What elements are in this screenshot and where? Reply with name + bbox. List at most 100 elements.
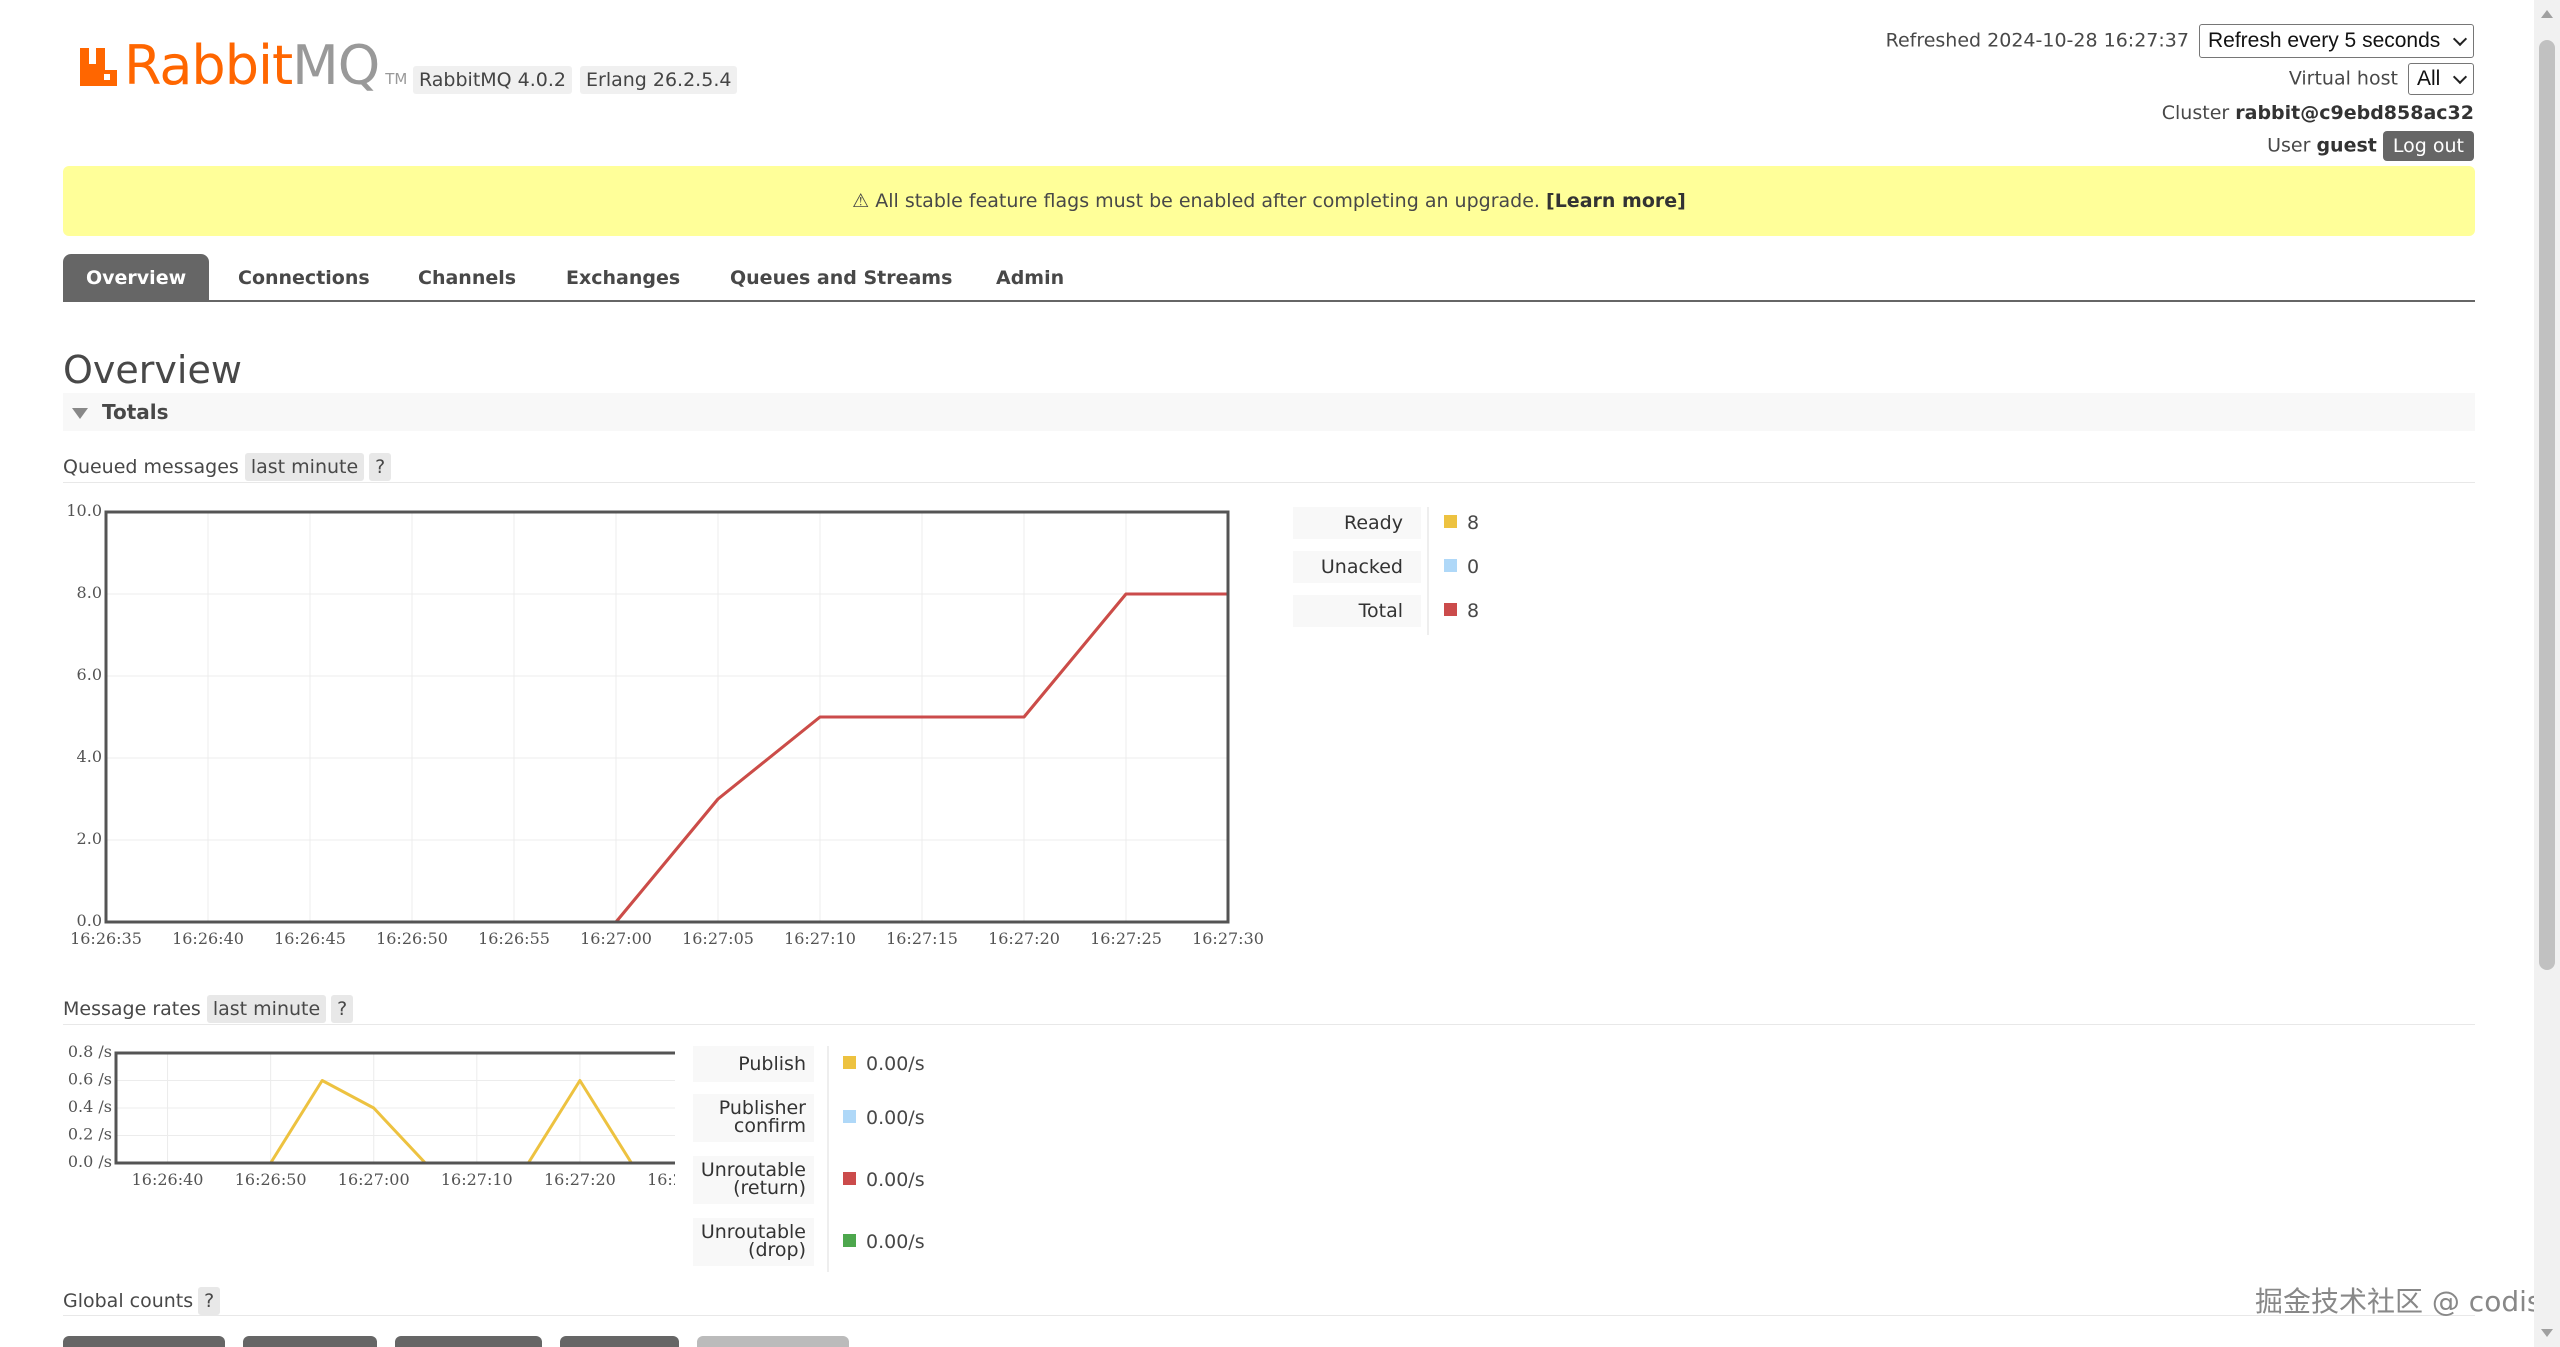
message-rates-header: Message rates last minute? bbox=[63, 995, 354, 1023]
divider bbox=[63, 1315, 2475, 1316]
refresh-interval-select[interactable]: Refresh every 5 seconds bbox=[2199, 24, 2474, 58]
divider bbox=[63, 482, 2475, 483]
x-tick-label: 16:27:00 bbox=[580, 929, 652, 948]
message-rates-chart: 0.0 /s 0.2 /s 0.4 /s 0.6 /s 0.8 /s 16:26:40 16… bbox=[68, 1042, 675, 1189]
scroll-down-arrow-icon[interactable] bbox=[2541, 1329, 2553, 1337]
y-tick-label: 4.0 bbox=[77, 747, 102, 766]
cluster-label: Cluster bbox=[2161, 102, 2230, 124]
count-box-channels[interactable] bbox=[243, 1336, 377, 1347]
x-tick-label: 16:26:55 bbox=[478, 929, 550, 948]
legend-value: 8 bbox=[1444, 595, 1479, 627]
virtual-host-label: Virtual host bbox=[2288, 67, 2398, 90]
refreshed-time: 2024-10-28 16:27:37 bbox=[1987, 29, 2189, 52]
user-name: guest bbox=[2316, 134, 2377, 157]
legend-label: Publisher confirm bbox=[693, 1094, 814, 1142]
tab-admin[interactable]: Admin bbox=[996, 254, 1064, 300]
refreshed-label: Refreshed bbox=[1885, 29, 1982, 52]
virtual-host-select[interactable]: All bbox=[2408, 63, 2474, 95]
logo-trademark: TM bbox=[385, 70, 408, 88]
rates-range-pill[interactable]: last minute bbox=[206, 995, 327, 1023]
x-tick-label: 16:26:40 bbox=[172, 929, 244, 948]
x-tick-label: 16:27:10 bbox=[441, 1170, 513, 1189]
swatch-unacked bbox=[1444, 559, 1457, 572]
tab-exchanges[interactable]: Exchanges bbox=[566, 254, 680, 300]
scroll-up-arrow-icon[interactable] bbox=[2541, 10, 2553, 18]
x-tick-label: 16:27:20 bbox=[988, 929, 1060, 948]
legend-value: 0.00/s bbox=[843, 1218, 925, 1266]
swatch-unroutable-return bbox=[843, 1172, 856, 1185]
collapse-triangle-icon bbox=[72, 408, 88, 419]
chevron-down-icon bbox=[2452, 69, 2468, 85]
queued-messages-label: Queued messages bbox=[63, 456, 239, 478]
feature-flags-banner: ⚠ All stable feature flags must be enabl… bbox=[63, 166, 2475, 236]
legend-label: Unroutable (drop) bbox=[693, 1218, 814, 1266]
x-tick-label: 16:27:30 bbox=[647, 1170, 675, 1189]
tab-queues-and-streams[interactable]: Queues and Streams bbox=[730, 254, 952, 300]
x-tick-label: 16:27:05 bbox=[682, 929, 754, 948]
legend-value: 0.00/s bbox=[843, 1094, 925, 1142]
unroutable-drop-rate: 0.00/s bbox=[866, 1231, 925, 1253]
legend-label: Unroutable (return) bbox=[693, 1156, 814, 1204]
virtual-host-value: All bbox=[2417, 67, 2441, 90]
rabbitmq-logo[interactable]: Rabbit MQ TM bbox=[78, 38, 407, 94]
cluster-row: Cluster rabbit@c9ebd858ac32 bbox=[2162, 102, 2474, 124]
x-tick-label: 16:26:40 bbox=[132, 1170, 204, 1189]
vertical-scrollbar[interactable] bbox=[2534, 0, 2560, 1347]
refresh-row: Refreshed 2024-10-28 16:27:37 Refresh ev… bbox=[1886, 24, 2474, 58]
legend-divider bbox=[827, 1046, 829, 1272]
tab-channels[interactable]: Channels bbox=[418, 254, 516, 300]
legend-divider bbox=[1427, 507, 1429, 635]
y-tick-label: 2.0 bbox=[77, 829, 102, 848]
queued-messages-chart: 0.0 2.0 4.0 6.0 8.0 10.0 16:26:35 16:26:40 16:26… bbox=[66, 501, 1264, 948]
swatch-unroutable-drop bbox=[843, 1234, 856, 1247]
chevron-down-icon bbox=[2452, 31, 2468, 47]
x-tick-label: 16:27:15 bbox=[886, 929, 958, 948]
unroutable-return-rate: 0.00/s bbox=[866, 1169, 925, 1191]
rabbitmq-version-badge: RabbitMQ 4.0.2 bbox=[413, 66, 573, 94]
x-tick-label: 16:26:50 bbox=[376, 929, 448, 948]
x-tick-label: 16:27:20 bbox=[544, 1170, 616, 1189]
legend-value: 0 bbox=[1444, 551, 1479, 583]
x-tick-label: 16:27:25 bbox=[1090, 929, 1162, 948]
rates-help-button[interactable]: ? bbox=[331, 995, 354, 1023]
logout-button[interactable]: Log out bbox=[2382, 131, 2474, 161]
publish-rate: 0.00/s bbox=[866, 1053, 925, 1075]
tab-overview[interactable]: Overview bbox=[63, 254, 210, 302]
global-counts-header: Global counts? bbox=[63, 1287, 221, 1315]
count-box-consumers[interactable] bbox=[697, 1336, 849, 1347]
global-counts-label: Global counts bbox=[63, 1290, 194, 1312]
swatch-publisher-confirm bbox=[843, 1110, 856, 1123]
y-tick-label: 10.0 bbox=[66, 501, 102, 520]
count-box-exchanges[interactable] bbox=[395, 1336, 542, 1347]
x-tick-label: 16:26:50 bbox=[235, 1170, 307, 1189]
erlang-version-badge: Erlang 26.2.5.4 bbox=[580, 66, 738, 94]
queued-messages-header: Queued messages last minute? bbox=[63, 453, 392, 481]
legend-value: 0.00/s bbox=[843, 1046, 925, 1082]
page-title: Overview bbox=[63, 348, 242, 392]
count-box-queues[interactable] bbox=[560, 1336, 679, 1347]
y-tick-label: 0.8 /s bbox=[68, 1042, 112, 1061]
x-tick-label: 16:26:45 bbox=[274, 929, 346, 948]
x-tick-label: 16:26:35 bbox=[70, 929, 142, 948]
y-tick-label: 0.0 bbox=[77, 911, 102, 930]
virtual-host-row: Virtual host All bbox=[2289, 63, 2474, 95]
totals-section-header[interactable]: Totals bbox=[63, 393, 2475, 431]
publisher-confirm-rate: 0.00/s bbox=[866, 1107, 925, 1129]
global-counts-help-button[interactable]: ? bbox=[198, 1287, 221, 1315]
queued-range-pill[interactable]: last minute bbox=[244, 453, 365, 481]
scrollbar-thumb[interactable] bbox=[2539, 40, 2555, 970]
rabbitmq-logo-icon bbox=[78, 46, 120, 88]
queued-help-button[interactable]: ? bbox=[369, 453, 392, 481]
learn-more-link[interactable]: [Learn more] bbox=[1546, 190, 1686, 212]
banner-text: ⚠ All stable feature flags must be enabl… bbox=[852, 190, 1540, 212]
x-tick-label: 16:27:30 bbox=[1192, 929, 1264, 948]
swatch-publish bbox=[843, 1056, 856, 1069]
legend-label: Ready bbox=[1293, 507, 1421, 539]
count-box-connections[interactable] bbox=[63, 1336, 225, 1347]
watermark-text: 掘金技术社区 @ codists bbox=[2255, 1285, 2560, 1318]
main-tabs: Overview Connections Channels Exchanges … bbox=[63, 254, 2475, 302]
y-tick-label: 0.6 /s bbox=[68, 1070, 112, 1089]
unacked-count: 0 bbox=[1467, 556, 1480, 578]
tab-connections[interactable]: Connections bbox=[238, 254, 370, 300]
x-tick-label: 16:27:00 bbox=[338, 1170, 410, 1189]
